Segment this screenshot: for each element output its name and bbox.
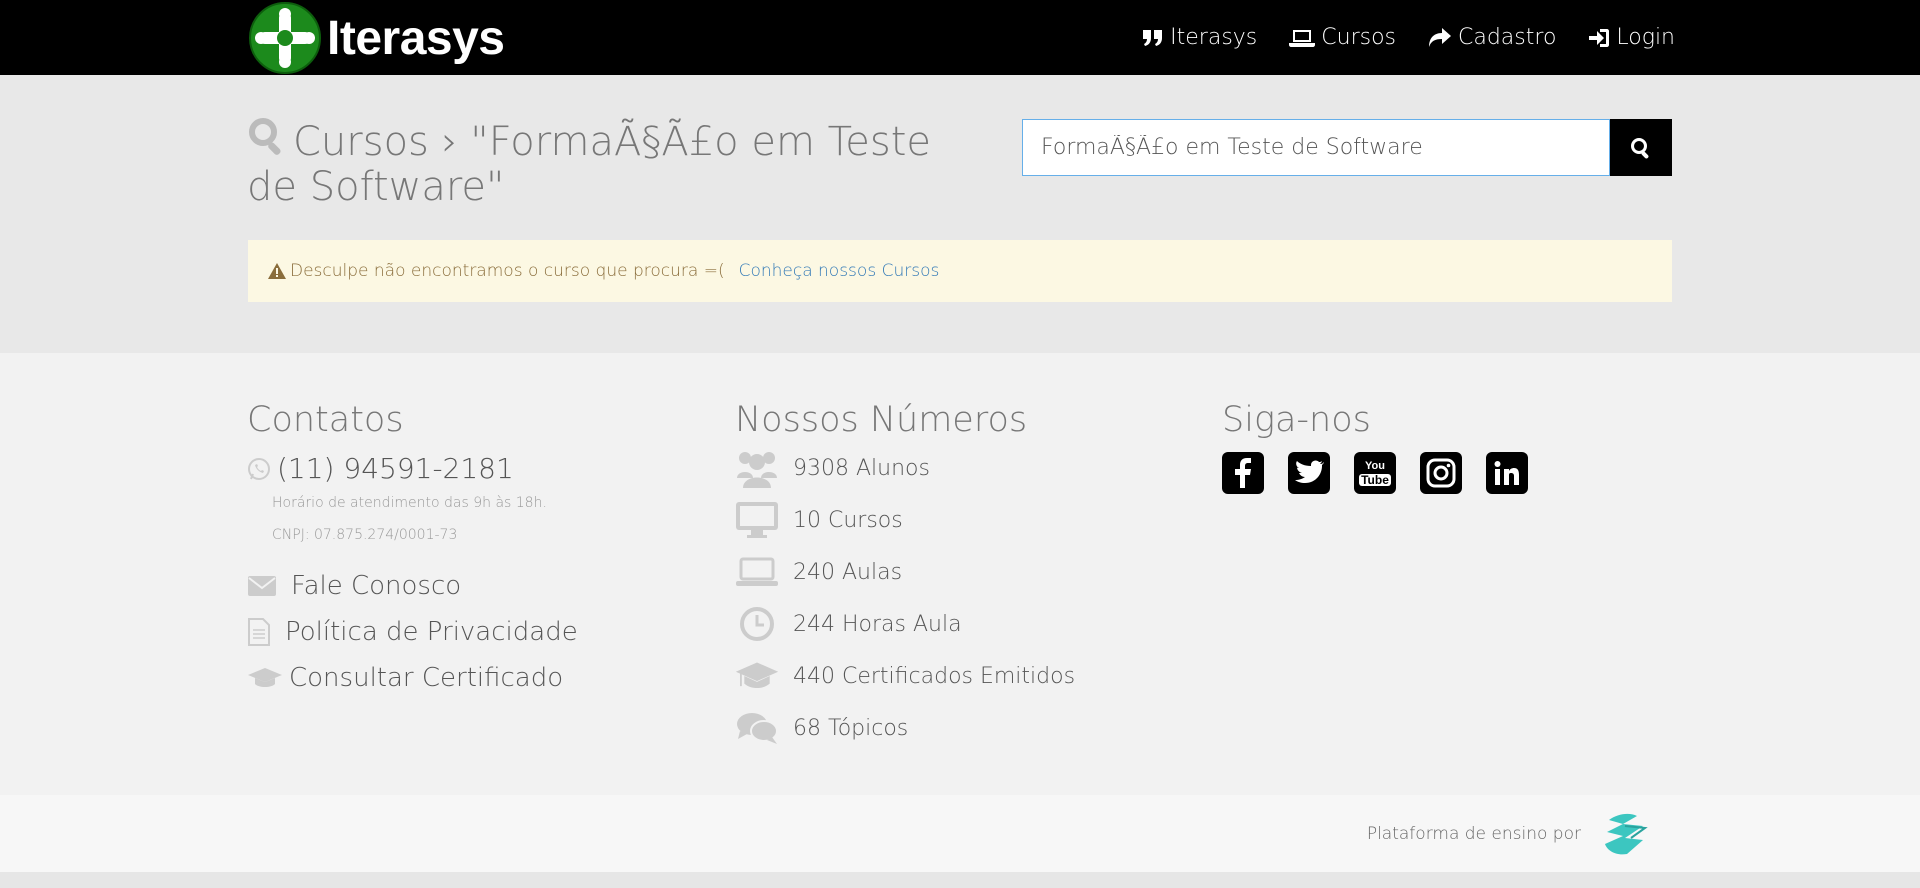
numbers-column: Nossos Números 9308 Alunos 10 Cursos 240…	[735, 400, 1075, 754]
nav-item-label: Cadastro	[1458, 25, 1557, 50]
sign-in-icon	[1589, 28, 1610, 47]
stat-label: 68 Tópicos	[793, 715, 909, 741]
desktop-icon	[736, 502, 778, 538]
share-icon	[1429, 27, 1451, 47]
social-column: Siga-nos You Tube	[1222, 400, 1528, 494]
stat-lessons: 240 Aulas	[735, 546, 1075, 598]
brand-logo[interactable]: Iterasys	[249, 2, 505, 74]
search-form	[1022, 119, 1672, 176]
alert-message: Desculpe não encontramos o curso que pro…	[290, 261, 725, 281]
brand-name: Iterasys	[327, 11, 505, 65]
comments-icon	[737, 713, 778, 744]
warning-icon	[268, 263, 286, 279]
clock-icon	[740, 607, 774, 641]
stat-students: 9308 Alunos	[735, 442, 1075, 494]
service-hours: Horário de atendimento das 9h às 18h.	[272, 495, 547, 511]
privacy-policy-link[interactable]: Política de Privacidade	[247, 617, 578, 647]
stat-label: 9308 Alunos	[793, 455, 930, 481]
phone-number[interactable]: (11) 94591-2181	[277, 452, 514, 485]
search-icon	[1631, 137, 1649, 158]
nav-item-label: Cursos	[1321, 25, 1396, 50]
platform-label: Plataforma de ensino por	[1366, 824, 1581, 844]
top-navbar: Iterasys Iterasys Cursos Cadastro Login	[0, 0, 1920, 75]
youtube-icon[interactable]: You Tube	[1354, 452, 1396, 494]
platform-logo-icon[interactable]	[1599, 806, 1655, 862]
stat-topics: 68 Tópicos	[735, 702, 1075, 754]
privacy-policy-label: Política de Privacidade	[285, 617, 578, 647]
contact-us-link[interactable]: Fale Conosco	[247, 571, 578, 601]
numbers-heading: Nossos Números	[735, 400, 1028, 440]
stat-label: 440 Certificados Emitidos	[793, 663, 1076, 689]
laptop-icon	[1289, 29, 1316, 47]
stat-label: 10 Cursos	[793, 507, 903, 533]
stat-label: 244 Horas Aula	[793, 611, 962, 637]
whatsapp-icon	[248, 457, 270, 480]
laptop-icon	[736, 557, 778, 586]
phone-row: (11) 94591-2181	[247, 452, 578, 485]
nav-item-iterasys[interactable]: Iterasys	[1142, 25, 1257, 50]
search-icon	[247, 116, 287, 165]
graduation-cap-icon	[248, 668, 282, 687]
search-input[interactable]	[1022, 119, 1610, 176]
facebook-icon[interactable]	[1222, 452, 1264, 494]
quote-icon	[1143, 29, 1163, 46]
certificate-lookup-link[interactable]: Consultar Certificado	[247, 663, 578, 693]
users-icon	[737, 452, 777, 488]
main-nav: Iterasys Cursos Cadastro Login	[1142, 0, 1675, 75]
nav-item-cursos[interactable]: Cursos	[1289, 25, 1396, 50]
not-found-alert: Desculpe não encontramos o curso que pro…	[248, 240, 1672, 302]
stat-courses: 10 Cursos	[735, 494, 1075, 546]
graduation-cap-icon	[735, 662, 779, 689]
nav-item-cadastro[interactable]: Cadastro	[1428, 25, 1556, 50]
page-title: Cursos › "FormaÃ§Ã£o em Teste de Softwar…	[247, 117, 947, 210]
logo-cross-icon	[249, 2, 321, 74]
stat-label: 240 Aulas	[793, 559, 903, 585]
contacts-column: Contatos (11) 94591-2181 Horário de aten…	[247, 400, 578, 693]
cnpj: CNPJ: 07.875.274/0001-73	[272, 527, 458, 543]
social-heading: Siga-nos	[1222, 400, 1371, 440]
courses-link[interactable]: Conheça nossos Cursos	[739, 261, 940, 281]
envelope-icon	[248, 576, 276, 596]
platform-credit: Plataforma de ensino por	[1367, 806, 1655, 862]
search-section	[0, 75, 1920, 353]
document-icon	[248, 618, 270, 646]
nav-item-label: Login	[1616, 25, 1675, 50]
search-button[interactable]	[1610, 119, 1672, 176]
page-title-text: Cursos › "FormaÃ§Ã£o em Teste de Softwar…	[247, 119, 932, 210]
stat-certificates: 440 Certificados Emitidos	[735, 650, 1075, 702]
twitter-icon[interactable]	[1288, 452, 1330, 494]
nav-item-login[interactable]: Login	[1588, 25, 1675, 50]
social-links: You Tube	[1222, 452, 1528, 494]
nav-item-label: Iterasys	[1170, 25, 1258, 50]
stat-hours: 244 Horas Aula	[735, 598, 1075, 650]
page-bottom-edge	[0, 872, 1920, 888]
instagram-icon[interactable]	[1420, 452, 1462, 494]
certificate-lookup-label: Consultar Certificado	[289, 663, 564, 693]
linkedin-icon[interactable]	[1486, 452, 1528, 494]
contacts-heading: Contatos	[247, 400, 404, 440]
contact-us-label: Fale Conosco	[291, 571, 462, 601]
